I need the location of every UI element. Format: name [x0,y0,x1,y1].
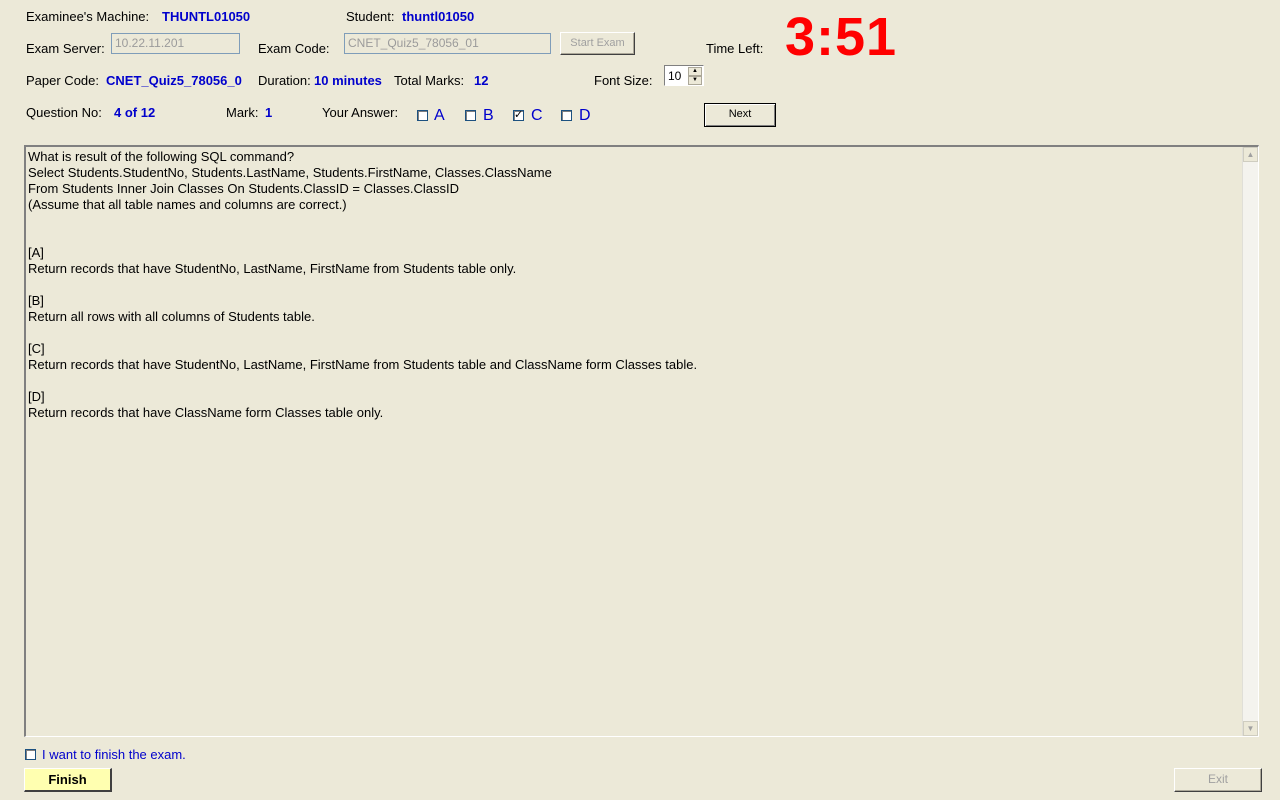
scroll-down-icon[interactable]: ▼ [1243,721,1258,736]
answer-c-checkbox[interactable]: ✓ [513,110,524,121]
paper-code-value: CNET_Quiz5_78056_0 [106,73,242,88]
scroll-up-icon[interactable]: ▲ [1243,147,1258,162]
total-marks-label: Total Marks: [394,73,465,88]
total-marks-value: 12 [474,73,489,88]
next-button[interactable]: Next [704,103,776,127]
font-size-label: Font Size: [594,73,653,88]
question-no-value: 4 of 12 [114,105,156,120]
student-label: Student: [346,9,395,24]
server-label: Exam Server: [26,41,105,56]
server-field[interactable]: 10.22.11.201 [111,33,240,54]
font-size-spinner[interactable]: 10 ▲ ▼ [664,65,704,86]
finish-button[interactable]: Finish [24,768,112,792]
start-exam-button[interactable]: Start Exam [560,32,635,55]
question-panel[interactable]: What is result of the following SQL comm… [24,145,1259,737]
time-left-label: Time Left: [706,41,764,56]
mark-value: 1 [265,105,273,120]
answer-d-checkbox[interactable] [561,110,572,121]
exam-code-field[interactable]: CNET_Quiz5_78056_01 [344,33,551,54]
answer-a-label[interactable]: A [434,107,445,125]
question-no-label: Question No: [26,105,102,120]
exit-button[interactable]: Exit [1174,768,1262,792]
font-size-value: 10 [668,69,682,83]
student-value: thuntl01050 [402,9,475,24]
duration-label: Duration: [258,73,311,88]
answer-b-checkbox[interactable] [465,110,476,121]
vertical-scrollbar[interactable]: ▲ ▼ [1242,147,1258,736]
spin-up-icon[interactable]: ▲ [688,67,702,76]
answer-d-label[interactable]: D [579,107,591,125]
timer-value: 3:51 [785,7,898,67]
check-mark-icon: ✓ [514,109,524,121]
answer-b-label[interactable]: B [483,107,494,125]
your-answer-label: Your Answer: [322,105,399,120]
spin-down-icon[interactable]: ▼ [688,76,702,85]
machine-value: THUNTL01050 [162,9,251,24]
paper-code-label: Paper Code: [26,73,99,88]
machine-label: Examinee's Machine: [26,9,150,24]
duration-value: 10 minutes [314,73,382,88]
finish-exam-checkbox[interactable] [25,749,36,760]
question-text: What is result of the following SQL comm… [28,149,698,420]
finish-exam-checkbox-label[interactable]: I want to finish the exam. [42,747,186,762]
answer-c-label[interactable]: C [531,107,543,125]
answer-a-checkbox[interactable] [417,110,428,121]
exam-code-label: Exam Code: [258,41,330,56]
mark-label: Mark: [226,105,259,120]
